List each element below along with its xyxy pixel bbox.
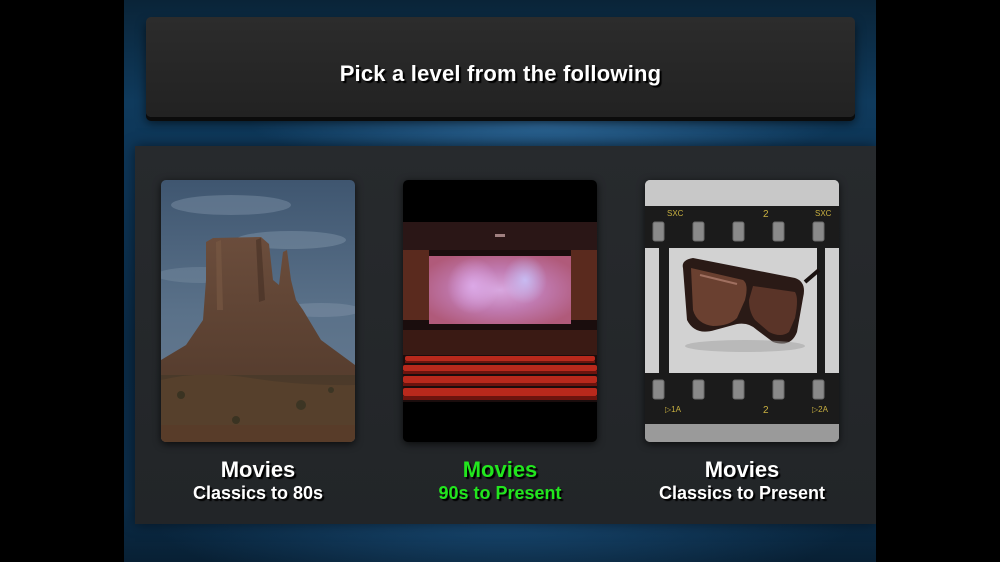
film-code-bottom-left: ▷1A <box>665 405 682 414</box>
movie-theater-image[interactable] <box>403 180 597 442</box>
game-screen: Pick a level from the following Movies C… <box>124 0 876 562</box>
film-frame-number-top: 2 <box>763 209 769 220</box>
level-title: Movies <box>704 457 780 482</box>
film-code-bottom-right: ▷2A <box>812 405 829 414</box>
page-title: Pick a level from the following <box>339 61 662 86</box>
level-card-classics-to-present[interactable]: SXC 2 SXC ▷1A 2 ▷2A Movies Classics to P… <box>645 180 839 508</box>
level-subtitle: Classics to 80s <box>192 483 324 503</box>
level-subtitle: Classics to Present <box>658 483 826 503</box>
title-bar: Pick a level from the following <box>146 17 855 117</box>
film-code-top-left: SXC <box>667 209 684 218</box>
level-title: Movies <box>220 457 296 482</box>
film-code-top-right: SXC <box>815 209 832 218</box>
level-selection-panel: Movies Classics to 80s Movies 90s to Pre… <box>135 146 876 524</box>
level-title: Movies <box>462 457 538 482</box>
level-subtitle: 90s to Present <box>438 483 562 503</box>
film-frame-number-bottom: 2 <box>763 405 769 416</box>
film-strip-image[interactable]: SXC 2 SXC ▷1A 2 ▷2A <box>645 180 839 442</box>
level-card-90s-to-present[interactable]: Movies 90s to Present <box>403 180 597 508</box>
level-card-classics-to-80s[interactable]: Movies Classics to 80s <box>161 180 355 508</box>
monument-valley-image[interactable] <box>161 180 355 442</box>
